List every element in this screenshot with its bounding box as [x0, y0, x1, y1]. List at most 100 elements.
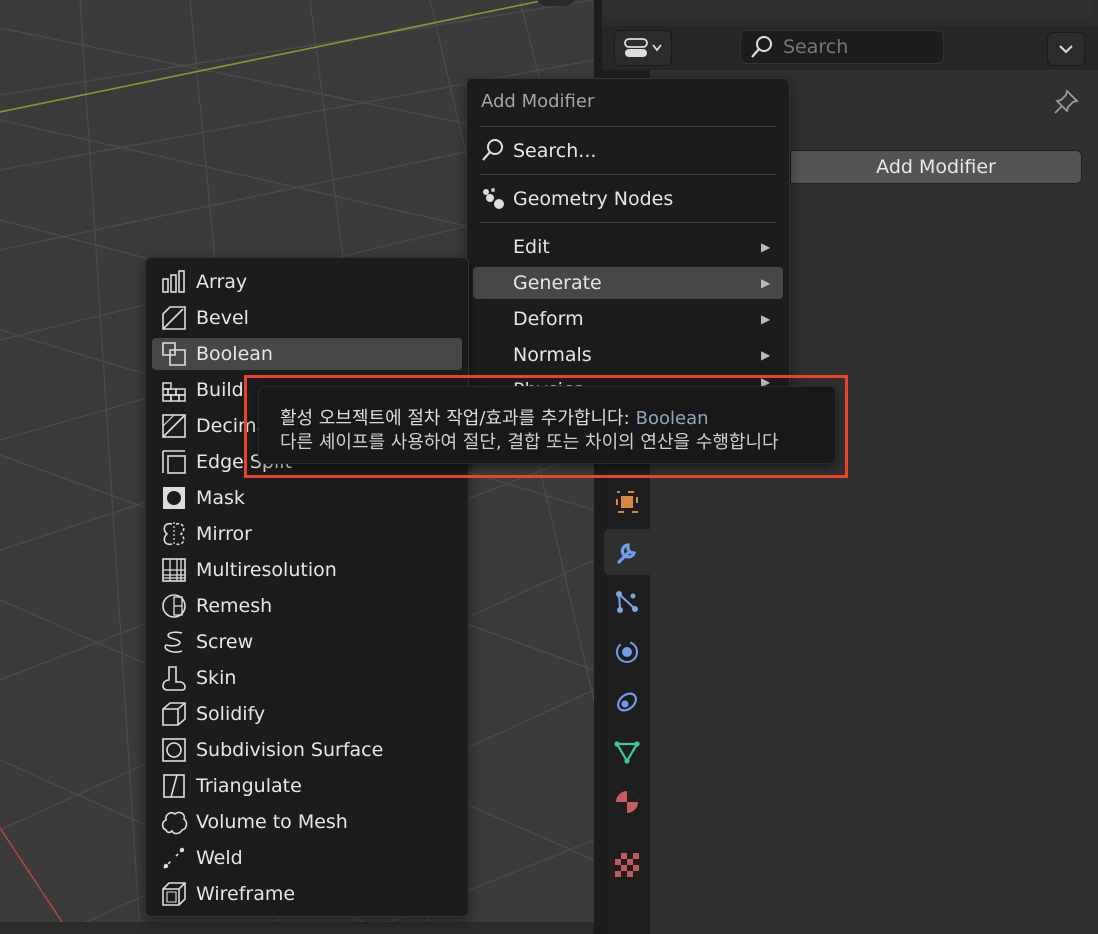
tab-texture[interactable] — [604, 842, 650, 888]
screw-icon — [164, 631, 183, 653]
decimate-icon — [162, 414, 186, 438]
properties-search-input[interactable]: Search — [740, 30, 944, 64]
add-modifier-menu: Add Modifier Search... Geometry Nodes Ed… — [466, 78, 790, 400]
top-area-panel — [602, 0, 1092, 18]
options-dropdown-button[interactable] — [1047, 32, 1085, 66]
menu-separator — [479, 126, 777, 127]
editor-type-button[interactable] — [614, 30, 672, 66]
edge-split-icon — [162, 450, 186, 474]
search-icon — [751, 36, 772, 58]
menu-item-wireframe[interactable]: Wireframe — [152, 878, 462, 910]
mirror-icon — [163, 522, 185, 546]
menu-item-deform[interactable]: Deform ▶ — [473, 303, 783, 335]
menu-item-label: Volume to Mesh — [196, 811, 348, 833]
menu-item-label: Solidify — [196, 703, 266, 725]
menu-item-label: Mirror — [196, 523, 252, 545]
menu-item-label: Subdivision Surface — [196, 739, 384, 761]
bevel-icon — [162, 306, 186, 330]
menu-item-normals[interactable]: Normals ▶ — [473, 339, 783, 371]
menu-item-search[interactable]: Search... — [473, 135, 783, 167]
menu-item-triangulate[interactable]: Triangulate — [152, 770, 462, 802]
triangulate-icon — [163, 774, 185, 798]
menu-item-bevel[interactable]: Bevel — [152, 302, 462, 334]
mask-icon — [163, 487, 185, 509]
weld-icon — [163, 847, 185, 869]
search-icon — [482, 139, 503, 161]
tab-particles[interactable] — [604, 579, 650, 625]
editor-type-icon — [624, 38, 662, 57]
menu-item-label: Screw — [196, 631, 254, 653]
tab-material[interactable] — [604, 779, 650, 825]
multiresolution-icon — [162, 558, 186, 582]
pin-icon[interactable] — [1052, 88, 1080, 116]
menu-item-multiresolution[interactable]: Multiresolution — [152, 554, 462, 586]
constraints-icon — [617, 692, 637, 712]
remesh-icon — [162, 594, 186, 618]
subdivision-surface-icon — [162, 738, 186, 762]
build-icon — [162, 382, 186, 402]
menu-item-label: Wireframe — [196, 883, 296, 905]
volume-to-mesh-icon — [161, 811, 188, 835]
material-icon — [616, 791, 638, 813]
solidify-icon — [162, 702, 186, 726]
menu-item-solidify[interactable]: Solidify — [152, 698, 462, 730]
search-placeholder: Search — [783, 36, 849, 58]
tab-modifiers[interactable] — [604, 529, 650, 575]
menu-item-label: Normals — [513, 344, 592, 366]
wireframe-icon — [162, 882, 186, 906]
skin-icon — [162, 666, 186, 691]
menu-item-boolean[interactable]: Boolean — [152, 338, 462, 370]
tab-constraints[interactable] — [604, 679, 650, 725]
menu-item-mirror[interactable]: Mirror — [152, 518, 462, 550]
menu-item-remesh[interactable]: Remesh — [152, 590, 462, 622]
menu-item-label: Generate — [513, 272, 602, 294]
menu-item-volume-to-mesh[interactable]: Volume to Mesh — [152, 806, 462, 838]
array-icon — [162, 270, 185, 293]
menu-item-label: Boolean — [196, 343, 273, 365]
tab-object[interactable] — [604, 479, 650, 525]
menu-item-subdivision-surface[interactable]: Subdivision Surface — [152, 734, 462, 766]
menu-separator — [479, 222, 777, 223]
particles-icon — [616, 591, 638, 613]
menu-separator — [479, 174, 777, 175]
physics-icon — [616, 641, 638, 663]
menu-title: Add Modifier — [481, 91, 595, 112]
texture-icon — [615, 853, 639, 877]
menu-item-label: Weld — [196, 847, 243, 869]
menu-item-mask[interactable]: Mask — [152, 482, 462, 514]
menu-item-label: Triangulate — [196, 775, 302, 797]
menu-item-label: Skin — [196, 667, 237, 689]
boolean-icon — [162, 342, 186, 366]
geometry-nodes-icon — [483, 188, 504, 209]
menu-item-label: Array — [196, 271, 248, 293]
object-icon — [616, 491, 638, 513]
viewport-footer — [0, 922, 594, 934]
menu-item-array[interactable]: Array — [152, 266, 462, 298]
menu-item-generate[interactable]: Generate ▶ — [473, 267, 783, 299]
generate-submenu: Array Bevel Boolean Build Decimate Edge … — [145, 257, 469, 917]
menu-item-screw[interactable]: Screw — [152, 626, 462, 658]
menu-item-label: Search... — [513, 140, 597, 162]
tab-object-data[interactable] — [604, 729, 650, 775]
menu-item-label: Geometry Nodes — [513, 188, 674, 210]
menu-item-label: Build — [196, 379, 244, 401]
object-data-icon — [614, 741, 640, 764]
menu-item-edit[interactable]: Edit ▶ — [473, 231, 783, 263]
submenu-arrow-icon: ▶ — [761, 312, 771, 326]
submenu-arrow-icon: ▶ — [761, 240, 771, 254]
submenu-arrow-icon: ▶ — [761, 276, 771, 290]
add-modifier-button[interactable]: Add Modifier — [790, 150, 1082, 184]
tab-physics[interactable] — [604, 629, 650, 675]
menu-item-geometry-nodes[interactable]: Geometry Nodes — [473, 183, 783, 215]
menu-item-label: Mask — [196, 487, 245, 509]
chevron-down-icon — [1059, 45, 1073, 54]
menu-item-weld[interactable]: Weld — [152, 842, 462, 874]
modifier-wrench-icon — [617, 543, 637, 564]
menu-item-label: Deform — [513, 308, 584, 330]
menu-item-label: Bevel — [196, 307, 249, 329]
submenu-arrow-icon: ▶ — [761, 348, 771, 362]
menu-item-skin[interactable]: Skin — [152, 662, 462, 694]
annotation-highlight-box — [244, 375, 848, 478]
menu-item-label: Multiresolution — [196, 559, 337, 581]
menu-item-label: Edit — [513, 236, 550, 258]
